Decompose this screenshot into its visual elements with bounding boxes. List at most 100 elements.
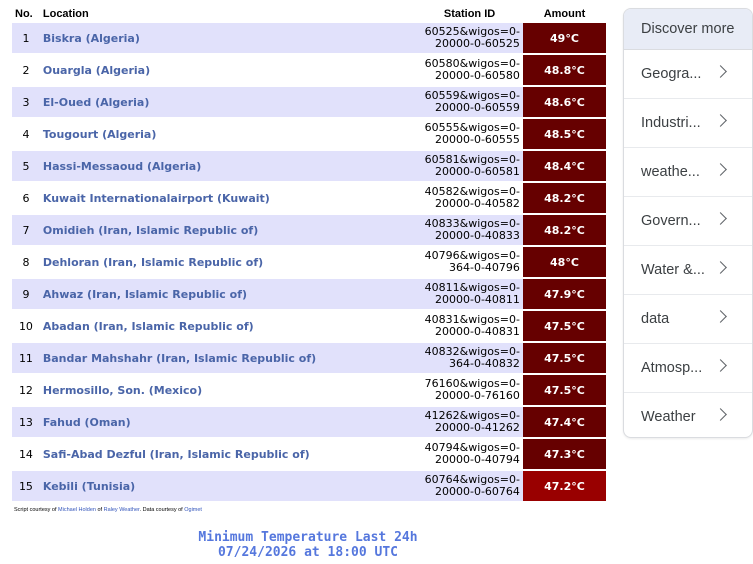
rank-cell: 6 — [12, 183, 40, 213]
rank-cell: 4 — [12, 119, 40, 149]
station-id-line-2: 20000-0-41262 — [434, 421, 520, 434]
station-id-line-2: 20000-0-40811 — [434, 293, 520, 306]
station-id-cell: 60555&wigos=0- 20000-0-60555 — [416, 119, 523, 149]
discover-item-label: data — [641, 311, 670, 327]
station-id-cell: 40582&wigos=0- 20000-0-40582 — [416, 183, 523, 213]
table-row: 4 Tougourt (Algeria) 60555&wigos=0- 20000-0… — [12, 119, 606, 149]
location-link[interactable]: Ouargla (Algeria) — [39, 55, 417, 85]
temperature-amount-cell: 48.2°C — [522, 183, 606, 213]
station-id-line-2: 20000-0-60555 — [434, 133, 520, 146]
rank-cell: 8 — [12, 247, 40, 277]
chevron-right-icon — [714, 408, 727, 421]
temperature-amount-cell: 48°C — [522, 247, 606, 277]
rank-cell: 2 — [12, 55, 40, 85]
min-temperature-datetime: 07/24/2026 at 18:00 UTC — [217, 545, 398, 560]
temperature-amount-cell: 47.4°C — [522, 407, 606, 437]
discover-item[interactable]: Geogra... — [624, 50, 752, 99]
table-row: 11 Bandar Mahshahr (Iran, Islamic Republi… — [12, 343, 606, 373]
temperature-amount-cell: 48.6°C — [522, 87, 606, 117]
header-amount: Amount — [543, 8, 586, 20]
chevron-right-icon — [714, 65, 727, 78]
table-row: 8 Dehloran (Iran, Islamic Republic of) 407… — [12, 247, 606, 277]
min-temperature-title: Minimum Temperature Last 24h — [198, 530, 418, 545]
rank-cell: 15 — [12, 471, 40, 501]
station-id-cell: 40794&wigos=0- 20000-0-40794 — [416, 439, 523, 469]
discover-item[interactable]: data — [624, 295, 752, 344]
location-link[interactable]: Abadan (Iran, Islamic Republic of) — [39, 311, 417, 341]
station-id-line-2: 20000-0-40582 — [434, 197, 520, 210]
credit-prefix: Script courtesy of — [14, 507, 59, 513]
station-id-cell: 41262&wigos=0- 20000-0-41262 — [416, 407, 523, 437]
location-link[interactable]: Kebili (Tunisia) — [39, 471, 417, 501]
table-row: 13 Fahud (Oman) 41262&wigos=0- 20000-0-4126… — [12, 407, 606, 437]
min-temperature-heading: Minimum Temperature Last 24h 07/24/2026 … — [150, 530, 466, 560]
temperature-amount-cell: 49°C — [522, 23, 606, 53]
rank-cell: 9 — [12, 279, 40, 309]
location-link[interactable]: Biskra (Algeria) — [39, 23, 417, 53]
chevron-right-icon — [714, 163, 727, 176]
discover-item-label: weathe... — [641, 164, 700, 180]
credit-author-link[interactable]: Michael Holden — [58, 507, 96, 513]
rank-cell: 12 — [12, 375, 40, 405]
location-link[interactable]: El-Oued (Algeria) — [39, 87, 417, 117]
table-row: 1 Biskra (Algeria) 60525&wigos=0- 20000-0-6… — [12, 23, 606, 53]
location-link[interactable]: Dehloran (Iran, Islamic Republic of) — [39, 247, 417, 277]
station-id-cell: 60764&wigos=0- 20000-0-60764 — [416, 471, 523, 501]
table-row: 10 Abadan (Iran, Islamic Republic of) 4083… — [12, 311, 606, 341]
table-row: 12 Hermosillo, Son. (Mexico) 76160&wigos=0… — [12, 375, 606, 405]
location-link[interactable]: Ahwaz (Iran, Islamic Republic of) — [39, 279, 417, 309]
station-id-line-2: 20000-0-60764 — [434, 485, 520, 498]
rank-cell: 1 — [12, 23, 40, 53]
rank-cell: 7 — [12, 215, 40, 245]
credit-data-text: . Data courtesy of — [139, 507, 185, 513]
table-row: 15 Kebili (Tunisia) 60764&wigos=0- 20000-0-… — [12, 471, 606, 501]
station-id-cell: 40833&wigos=0- 20000-0-40833 — [416, 215, 523, 245]
temperature-amount-cell: 48.8°C — [522, 55, 606, 85]
temperature-amount-cell: 48.4°C — [522, 151, 606, 181]
location-link[interactable]: Safi-Abad Dezful (Iran, Islamic Republic… — [39, 439, 417, 469]
temperature-amount-cell: 47.3°C — [522, 439, 606, 469]
rank-cell: 14 — [12, 439, 40, 469]
location-link[interactable]: Omidieh (Iran, Islamic Republic of) — [39, 215, 417, 245]
discover-item[interactable]: Atmosp... — [624, 344, 752, 393]
credit-site-link[interactable]: Raley Weather — [104, 507, 140, 513]
discover-item[interactable]: weathe... — [624, 148, 752, 197]
discover-item[interactable]: Govern... — [624, 197, 752, 246]
header-no: No. — [15, 8, 33, 20]
table-row: 2 Ouargla (Algeria) 60580&wigos=0- 20000-0-… — [12, 55, 606, 85]
table-row: 6 Kuwait Internationalairport (Kuwait) 405… — [12, 183, 606, 213]
table-row: 9 Ahwaz (Iran, Islamic Republic of) 40811&… — [12, 279, 606, 309]
rank-cell: 10 — [12, 311, 40, 341]
station-id-cell: 40796&wigos=0- 364-0-40796 — [416, 247, 523, 277]
station-id-line-2: 20000-0-60580 — [434, 69, 520, 82]
station-id-cell: 40831&wigos=0- 20000-0-40831 — [416, 311, 523, 341]
location-link[interactable]: Fahud (Oman) — [39, 407, 417, 437]
discover-item[interactable]: Weather — [624, 393, 752, 437]
station-id-line-2: 20000-0-60525 — [434, 37, 520, 50]
location-link[interactable]: Kuwait Internationalairport (Kuwait) — [39, 183, 417, 213]
partial-header-text: ~ ~ ~ — [230, 0, 290, 1]
rank-cell: 5 — [12, 151, 40, 181]
temperature-amount-cell: 47.9°C — [522, 279, 606, 309]
location-link[interactable]: Bandar Mahshahr (Iran, Islamic Republic … — [39, 343, 417, 373]
chevron-right-icon — [714, 261, 727, 274]
discover-item[interactable]: Industri... — [624, 99, 752, 148]
table-row: 14 Safi-Abad Dezful (Iran, Islamic Republ… — [12, 439, 606, 469]
chevron-right-icon — [714, 212, 727, 225]
station-id-cell: 76160&wigos=0- 20000-0-76160 — [416, 375, 523, 405]
rank-cell: 13 — [12, 407, 40, 437]
station-id-line-2: 364-0-40832 — [448, 357, 520, 370]
location-link[interactable]: Hermosillo, Son. (Mexico) — [39, 375, 417, 405]
discover-item-label: Geogra... — [641, 66, 702, 82]
station-id-cell: 40832&wigos=0- 364-0-40832 — [416, 343, 523, 373]
discover-item-label: Govern... — [641, 213, 701, 229]
max-temperature-table: No. Location Station ID Amount 1 Biskra (… — [12, 5, 606, 503]
location-link[interactable]: Tougourt (Algeria) — [39, 119, 417, 149]
station-id-line-2: 20000-0-60581 — [434, 165, 520, 178]
header-station-id: Station ID — [443, 8, 496, 20]
location-link[interactable]: Hassi-Messaoud (Algeria) — [39, 151, 417, 181]
credit-data-source-link[interactable]: Ogimet — [184, 507, 202, 513]
discover-item-label: Water &... — [641, 262, 705, 278]
station-id-line-2: 20000-0-60559 — [434, 101, 520, 114]
discover-item[interactable]: Water &... — [624, 246, 752, 295]
